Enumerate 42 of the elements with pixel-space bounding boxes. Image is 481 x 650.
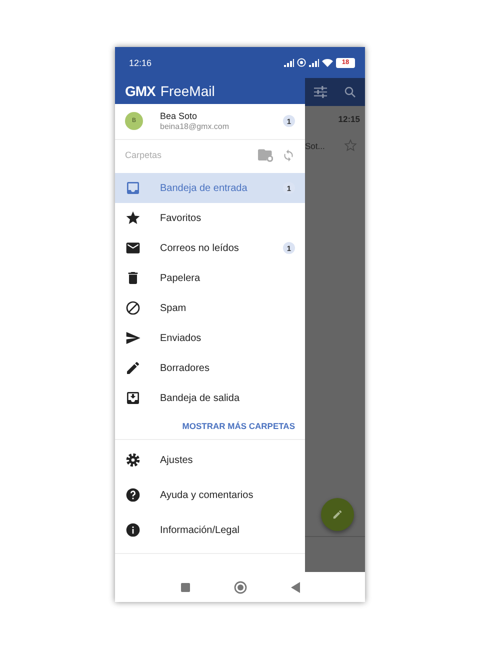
circle-r-icon xyxy=(297,58,306,67)
envelope-icon xyxy=(125,240,141,256)
filter-icon[interactable] xyxy=(314,86,327,98)
account-name: Bea Soto xyxy=(160,111,198,122)
refresh-icon[interactable] xyxy=(282,148,295,162)
compose-button[interactable] xyxy=(321,498,354,531)
settings-icon xyxy=(125,452,141,468)
help-icon xyxy=(125,487,141,504)
message-sender: Sot... xyxy=(305,140,325,150)
inbox-icon xyxy=(125,180,141,196)
app-title: FreeMail xyxy=(160,82,215,99)
menu-item[interactable]: Ajustes xyxy=(115,442,305,478)
message-time: 12:15 xyxy=(338,114,360,124)
pencil-icon xyxy=(332,509,343,520)
wifi-icon xyxy=(322,58,333,66)
folder-item[interactable]: Borradores xyxy=(115,353,305,384)
pencil-icon xyxy=(125,360,141,376)
info-icon xyxy=(125,522,141,538)
folder-item[interactable]: Favoritos xyxy=(115,203,305,234)
block-icon xyxy=(125,300,141,316)
show-more-link[interactable]: MOSTRAR MÁS CARPETAS xyxy=(182,420,295,431)
tray-download-icon xyxy=(125,390,141,406)
folder-item[interactable]: Enviados xyxy=(115,323,305,354)
star-icon xyxy=(125,210,141,226)
menu-item[interactable]: Información/Legal xyxy=(115,512,305,548)
star-icon[interactable] xyxy=(344,139,357,152)
clock: 12:16 xyxy=(129,58,153,68)
home-button[interactable] xyxy=(234,580,246,594)
send-icon xyxy=(125,330,141,346)
folder-item[interactable]: Papelera xyxy=(115,263,305,294)
menu-item[interactable]: Ayuda y comentarios xyxy=(115,478,305,513)
account-email: beina18@gmx.com xyxy=(160,122,230,132)
back-button[interactable] xyxy=(290,582,300,592)
search-icon[interactable] xyxy=(344,86,356,98)
signal-icon xyxy=(284,58,294,66)
folder-item[interactable]: Bandeja de salida xyxy=(115,383,305,414)
folder-settings-icon[interactable] xyxy=(258,148,273,162)
folder-item[interactable]: Spam xyxy=(115,293,305,324)
section-label: Carpetas xyxy=(125,150,163,160)
logo: GMX xyxy=(125,82,156,99)
signal-icon xyxy=(309,58,319,66)
recents-button[interactable] xyxy=(180,582,190,592)
